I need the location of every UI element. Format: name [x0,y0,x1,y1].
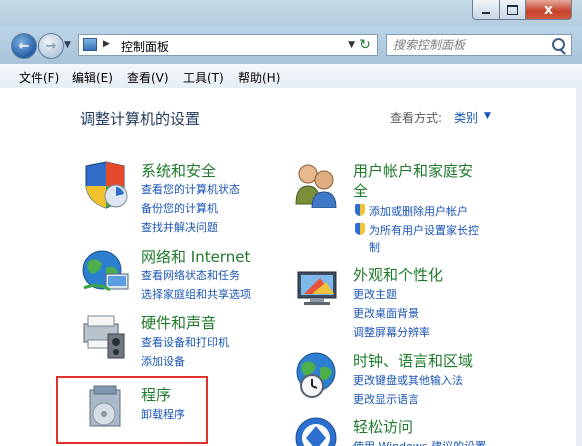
system-security-icon[interactable] [80,160,130,210]
forward-button[interactable]: → [38,33,64,59]
ease-of-access-icon[interactable] [292,414,342,446]
link-backup-computer[interactable]: 备份您的计算机 [141,200,218,216]
category-user-accounts-line2[interactable]: 全 [353,180,368,201]
maximize-icon [507,4,518,15]
link-troubleshoot[interactable]: 查找并解决问题 [141,219,218,235]
link-adjust-resolution[interactable]: 调整屏幕分辨率 [353,324,430,340]
appearance-personalization-icon[interactable] [292,264,342,310]
network-globe-icon[interactable] [80,246,130,294]
uac-shield-icon [355,204,365,216]
category-ease-of-access[interactable]: 轻松访问 [353,416,413,437]
search-icon[interactable] [552,38,565,51]
programs-highlight-box [56,376,208,444]
clock-language-region-icon[interactable] [292,350,342,400]
back-arrow-icon: ← [18,38,30,54]
main-content: 调整计算机的设置 查看方式: 类别 ▼ 系统和安全 查看您的计算机状态 备份您的… [0,88,582,446]
refresh-button[interactable]: ↻ [352,35,378,55]
forward-arrow-icon: → [45,38,57,54]
menu-help[interactable]: 帮助(H) [238,69,280,86]
uac-shield-icon [355,223,365,235]
view-by-label: 查看方式: [390,111,443,125]
category-network-internet[interactable]: 网络和 Internet [141,246,250,267]
control-panel-window: x ← → ▼ ▶ 控制面板 ▼ ↻ 文件(F) 编辑(E) 查看(V) 工具(… [0,0,582,446]
user-accounts-icon[interactable] [292,160,340,208]
link-add-device[interactable]: 添加设备 [141,353,185,369]
menu-edit[interactable]: 编辑(E) [72,69,113,86]
link-change-theme[interactable]: 更改主题 [353,286,397,302]
close-icon: x [543,1,554,18]
link-change-display-language[interactable]: 更改显示语言 [353,391,419,407]
view-by-dropdown[interactable]: 类别 [454,109,478,126]
category-clock-language-region[interactable]: 时钟、语言和区域 [353,350,473,371]
category-hardware-sound[interactable]: 硬件和声音 [141,312,216,333]
view-by-chevron-down-icon[interactable]: ▼ [484,111,491,121]
link-view-computer-status[interactable]: 查看您的计算机状态 [141,181,240,197]
window-right-border [576,88,582,446]
page-title: 调整计算机的设置 [80,110,201,128]
programs-icon[interactable] [84,384,128,432]
link-homegroup-sharing[interactable]: 选择家庭组和共享选项 [141,286,251,302]
maximize-button[interactable] [499,0,526,20]
link-network-status[interactable]: 查看网络状态和任务 [141,267,240,283]
menu-tools[interactable]: 工具(T) [183,69,224,86]
breadcrumb-separator-icon[interactable]: ▶ [103,39,110,49]
hardware-sound-printer-icon[interactable] [80,312,132,360]
back-button[interactable]: ← [11,33,37,59]
link-change-desktop-background[interactable]: 更改桌面背景 [353,305,419,321]
category-user-accounts[interactable]: 用户帐户和家庭安 [353,160,473,181]
minimize-icon [482,11,490,14]
title-bar: x [0,0,582,26]
menu-bar: 文件(F) 编辑(E) 查看(V) 工具(T) 帮助(H) [0,64,582,89]
category-appearance[interactable]: 外观和个性化 [353,264,443,285]
link-parental-controls[interactable]: 为所有用户设置家长控 [369,222,479,238]
link-uninstall-program[interactable]: 卸载程序 [141,406,185,422]
search-box [386,34,572,56]
menu-file[interactable]: 文件(F) [19,69,59,86]
category-programs[interactable]: 程序 [141,384,171,405]
search-input[interactable] [393,37,543,53]
link-add-remove-users[interactable]: 添加或删除用户帐户 [369,203,468,219]
link-devices-printers[interactable]: 查看设备和打印机 [141,334,229,350]
link-change-keyboard[interactable]: 更改键盘或其他输入法 [353,372,463,388]
close-button[interactable]: x [525,0,572,20]
control-panel-icon [83,38,97,51]
link-parental-controls-line2[interactable]: 制 [369,239,380,255]
category-system-security[interactable]: 系统和安全 [141,160,216,181]
navigation-bar: ← → ▼ ▶ 控制面板 ▼ ↻ [0,26,582,64]
refresh-icon: ↻ [359,37,371,53]
link-recommended-settings[interactable]: 使用 Windows 建议的设置 [353,438,486,446]
recent-pages-chevron-icon[interactable]: ▼ [64,40,71,50]
address-bar[interactable]: ▶ 控制面板 ▼ [78,34,378,56]
breadcrumb-control-panel[interactable]: 控制面板 [121,38,169,55]
menu-view[interactable]: 查看(V) [127,69,169,86]
minimize-button[interactable] [472,0,500,20]
